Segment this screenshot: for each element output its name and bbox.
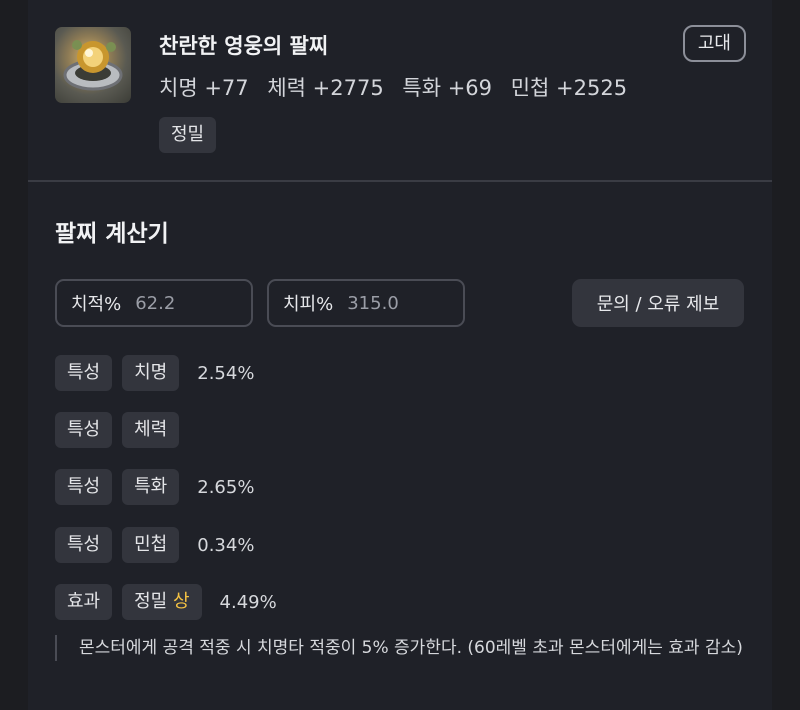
item-header: 찬란한 영웅의 팔찌 고대 치명 +77 체력 +2775 특화 +69 민첩 …: [28, 0, 772, 182]
row-stat-tag: 민첩: [122, 527, 180, 563]
row-stat-tag: 체력: [122, 412, 180, 448]
list-item: 특성 체력: [55, 412, 197, 448]
stat-crit: 치명 +77: [159, 76, 249, 100]
row-stat-tag: 치명: [122, 355, 180, 391]
list-item: 특성 민첩 0.34%: [55, 527, 254, 563]
item-effect-tag: 정밀: [159, 117, 217, 153]
row-type-tag: 특성: [55, 527, 113, 563]
row-stat-tag: 특화: [122, 469, 180, 505]
item-stats: 치명 +77 체력 +2775 특화 +69 민첩 +2525: [159, 72, 639, 102]
effect-value: 4.49%: [219, 591, 277, 613]
crit-rate-field[interactable]: 치적%: [55, 279, 253, 327]
grade-badge: 고대: [682, 25, 746, 62]
list-item: 특성 치명 2.54%: [55, 355, 254, 391]
crit-rate-label: 치적%: [71, 294, 122, 315]
effect-description: 몬스터에게 공격 적중 시 치명타 적중이 5% 증가한다. (60레벨 초과 …: [55, 635, 755, 661]
bracelet-icon: [55, 27, 131, 103]
row-value: 2.54%: [197, 362, 255, 384]
item-title: 찬란한 영웅의 팔찌: [159, 34, 329, 58]
stat-hp: 체력 +2775: [267, 76, 384, 100]
list-item: 특성 특화 2.65%: [55, 469, 254, 505]
effect-type-tag: 효과: [55, 584, 113, 620]
item-card: 찬란한 영웅의 팔찌 고대 치명 +77 체력 +2775 특화 +69 민첩 …: [28, 0, 772, 710]
row-type-tag: 특성: [55, 355, 113, 391]
row-type-tag: 특성: [55, 412, 113, 448]
calculator-title: 팔찌 계산기: [55, 221, 169, 247]
row-value: 0.34%: [197, 534, 255, 556]
crit-damage-input[interactable]: [347, 292, 438, 314]
report-button[interactable]: 문의 / 오류 제보: [572, 279, 744, 327]
crit-damage-field[interactable]: 치피%: [267, 279, 465, 327]
stat-dex: 민첩 +2525: [510, 76, 628, 100]
row-value: 2.65%: [197, 476, 255, 498]
effect-grade: 상: [172, 591, 190, 612]
effect-name: 정밀: [134, 591, 168, 612]
crit-damage-label: 치피%: [283, 294, 334, 315]
row-type-tag: 특성: [55, 469, 113, 505]
crit-rate-input[interactable]: [135, 292, 226, 314]
stat-spec: 특화 +69: [402, 76, 493, 100]
effect-name-tag: 정밀 상: [122, 584, 202, 620]
effect-row: 효과 정밀 상 4.49%: [55, 584, 277, 620]
